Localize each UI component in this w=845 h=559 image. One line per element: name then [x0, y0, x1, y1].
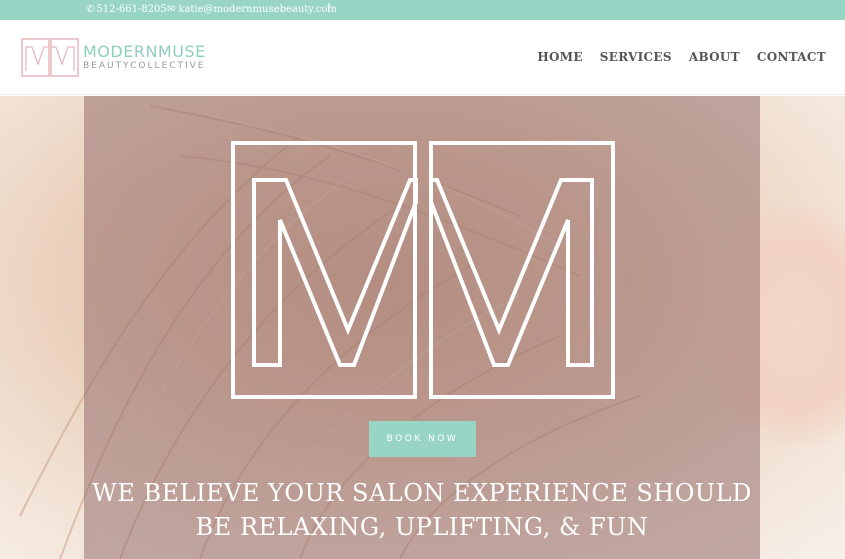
nav-services[interactable]: SERVICES: [600, 50, 672, 64]
nav-contact[interactable]: CONTACT: [757, 50, 826, 64]
top-contact-bar: ✆ 512-661-8205 ✉ katie@modernmusebeauty.…: [0, 0, 845, 20]
phone-number: 512-661-8205: [96, 4, 167, 15]
logo-wordmark: MODERNMUSE BEAUTYCOLLECTIVE: [83, 44, 206, 71]
hero-section: BOOK NOW WE BELIEVE YOUR SALON EXPERIENC…: [0, 96, 845, 559]
facebook-icon[interactable]: f: [327, 3, 331, 14]
main-navigation: HOME SERVICES ABOUT CONTACT: [537, 50, 826, 64]
hero-headline-line1: WE BELIEVE YOUR SALON EXPERIENCE SHOULD: [92, 479, 752, 507]
site-logo[interactable]: MODERNMUSE BEAUTYCOLLECTIVE: [21, 38, 206, 77]
email-contact[interactable]: ✉ katie@modernmusebeauty.com: [167, 4, 337, 15]
hero-headline: WE BELIEVE YOUR SALON EXPERIENCE SHOULD …: [84, 476, 760, 544]
hero-headline-line2: BE RELAXING, UPLIFTING, & FUN: [195, 513, 649, 541]
envelope-icon: ✉: [167, 4, 176, 15]
hero-monogram-icon: [231, 141, 615, 399]
email-address: katie@modernmusebeauty.com: [178, 4, 337, 15]
book-now-button[interactable]: BOOK NOW: [369, 421, 476, 457]
phone-icon: ✆: [86, 4, 95, 15]
nav-home[interactable]: HOME: [537, 50, 582, 64]
site-header: MODERNMUSE BEAUTYCOLLECTIVE HOME SERVICE…: [0, 20, 845, 95]
brand-name: MODERNMUSE: [83, 42, 206, 61]
phone-contact[interactable]: ✆ 512-661-8205: [86, 4, 167, 15]
brand-tagline: BEAUTYCOLLECTIVE: [83, 61, 206, 71]
logo-monogram-icon: [21, 38, 79, 77]
nav-about[interactable]: ABOUT: [689, 50, 740, 64]
